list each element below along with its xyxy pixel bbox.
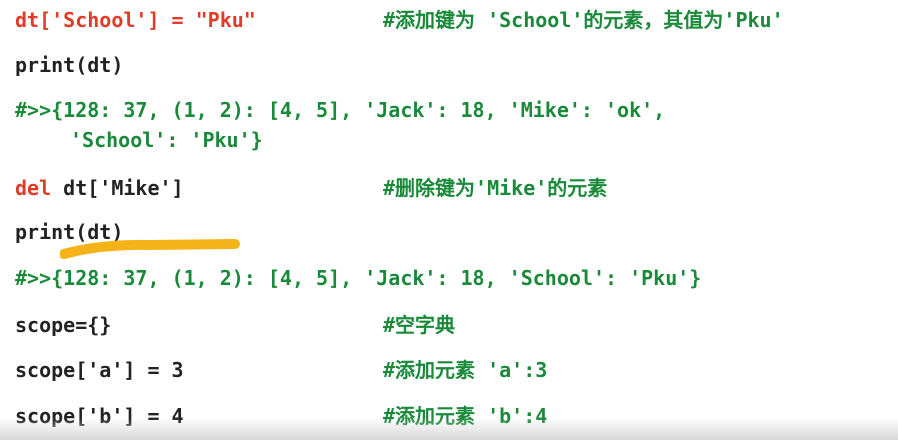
code-line-assign-school: dt['School'] = "Pku" — [15, 8, 256, 32]
code-line-del-mike: del dt['Mike'] — [15, 176, 184, 200]
code-line-scope-a: scope['a'] = 3 — [15, 358, 184, 382]
del-keyword: del — [15, 176, 52, 200]
comment-delete-mike: #删除键为'Mike'的元素 — [383, 176, 608, 200]
code-line-print-1: print(dt) — [15, 53, 124, 77]
comment-add-a: #添加元素 'a':3 — [383, 358, 548, 382]
code-line-scope-empty: scope={} — [15, 313, 112, 337]
comment-add-school: #添加键为 'School'的元素，其值为'Pku' — [383, 8, 784, 32]
output-line-1b: 'School': 'Pku'} — [70, 128, 263, 152]
comment-empty-dict: #空字典 — [383, 313, 456, 337]
output-line-1a: #>>{128: 37, (1, 2): [4, 5], 'Jack': 18,… — [15, 98, 666, 122]
output-line-2: #>>{128: 37, (1, 2): [4, 5], 'Jack': 18,… — [15, 266, 702, 290]
highlight-underline-stroke — [60, 239, 240, 259]
del-target: dt['Mike'] — [51, 176, 184, 200]
bottom-shadow — [0, 418, 898, 440]
